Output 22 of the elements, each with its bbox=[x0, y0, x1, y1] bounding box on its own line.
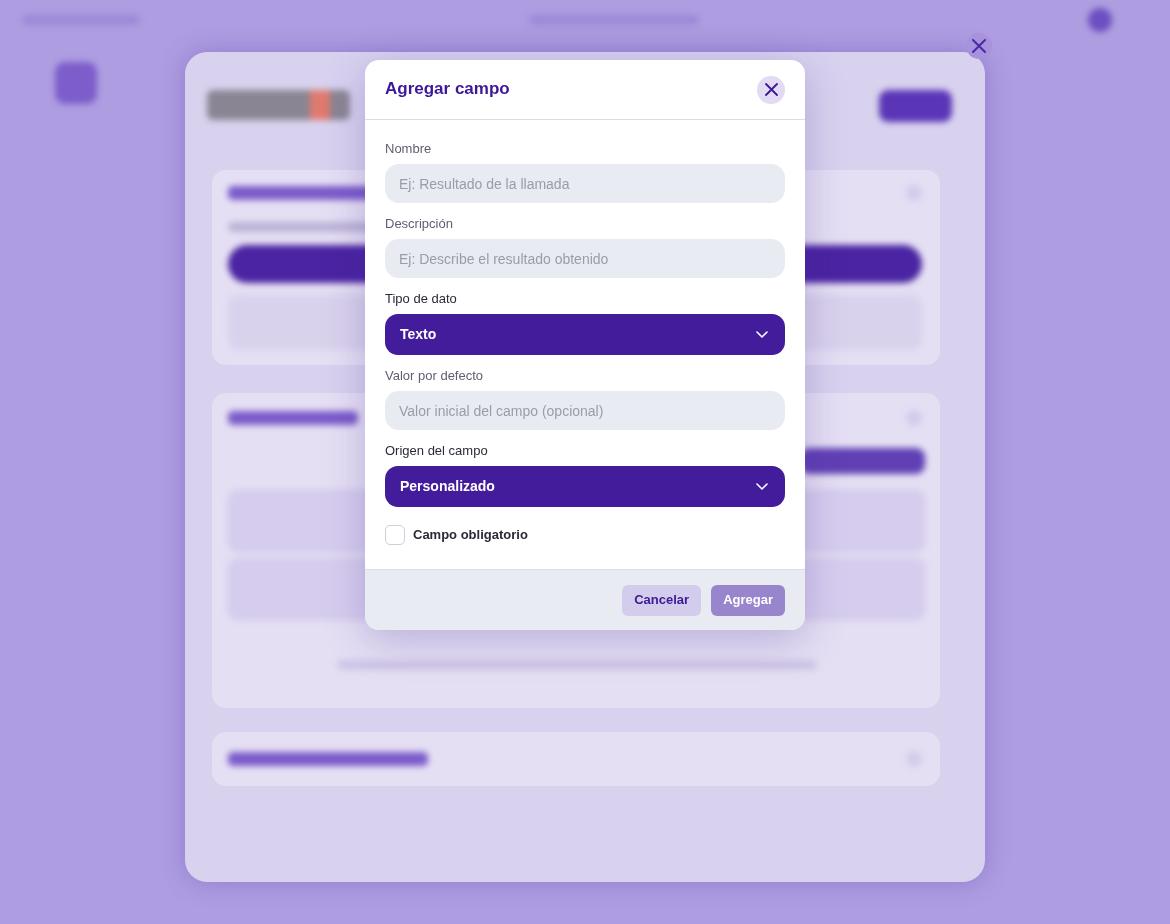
close-button[interactable] bbox=[966, 33, 992, 59]
cancel-button[interactable]: Cancelar bbox=[622, 584, 702, 616]
dropdown[interactable]: Personalizado bbox=[385, 466, 785, 507]
checkbox-label: Campo obligatorio bbox=[413, 526, 528, 545]
close-icon bbox=[972, 39, 986, 53]
field-label: Origen del campo bbox=[385, 443, 489, 459]
input-field[interactable]: Valor inicial del campo (opcional) bbox=[385, 391, 785, 430]
input-field[interactable]: Ej: Describe el resultado obtenido bbox=[385, 239, 785, 278]
input-field[interactable]: Ej: Resultado de la llamada bbox=[385, 164, 785, 203]
field-label: Descripción bbox=[385, 216, 454, 232]
close-button[interactable] bbox=[757, 75, 785, 104]
field-label: Nombre bbox=[385, 141, 433, 157]
field-label: Tipo de dato bbox=[385, 291, 458, 307]
field-label: Valor por defecto bbox=[385, 368, 485, 384]
blurred-logo bbox=[55, 62, 97, 104]
dialog-title: Agregar campo bbox=[385, 79, 510, 100]
close-icon bbox=[764, 83, 778, 96]
checkbox[interactable] bbox=[385, 525, 405, 545]
chevron-down-icon bbox=[756, 331, 768, 338]
dropdown[interactable]: Texto bbox=[385, 314, 785, 355]
avatar-circle bbox=[1088, 8, 1112, 32]
chevron-down-icon bbox=[756, 483, 768, 490]
